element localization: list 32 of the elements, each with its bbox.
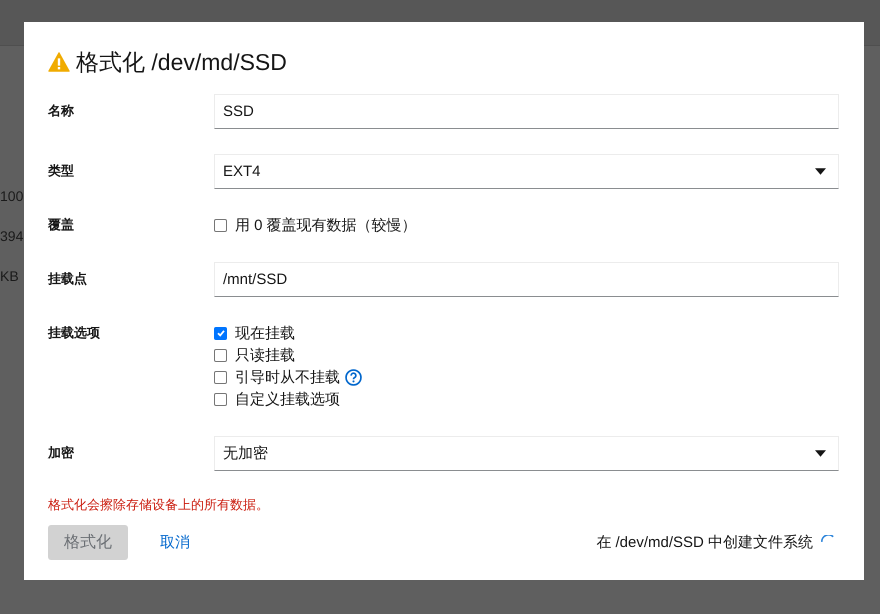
checkbox-label: 自定义挂载选项: [235, 390, 340, 408]
field-label: 加密: [48, 444, 75, 462]
field-label: 挂载选项: [48, 324, 101, 342]
text-field[interactable]: SSD: [214, 94, 839, 129]
checkbox-label: 只读挂载: [235, 346, 295, 364]
background-text: KB: [0, 267, 20, 286]
checkbox[interactable]: [214, 392, 227, 406]
field-label: 类型: [48, 162, 75, 180]
field-label: 名称: [48, 102, 75, 120]
checkbox-label: 引导时从不挂载: [235, 368, 340, 386]
checkbox-label: 用 0 覆盖现有数据（较慢）: [235, 216, 417, 234]
checkbox[interactable]: [214, 326, 227, 340]
background-text: 100: [0, 187, 24, 206]
text-field[interactable]: /mnt/SSD: [214, 262, 839, 297]
dropdown[interactable]: EXT4: [214, 154, 839, 189]
checkbox[interactable]: [214, 348, 227, 362]
background-text: 394: [0, 227, 24, 246]
help-icon[interactable]: [345, 368, 362, 386]
dropdown[interactable]: 无加密: [214, 436, 839, 471]
status-text: 在 /dev/md/SSD 中创建文件系统: [596, 533, 813, 552]
warning-icon: [48, 52, 70, 72]
dialog-title: 格式化 /dev/md/SSD: [76, 48, 287, 76]
caret-icon: [815, 450, 826, 457]
caret-icon: [815, 168, 826, 175]
field-label: 挂载点: [48, 270, 88, 288]
checkbox-label: 现在挂载: [235, 324, 295, 342]
field-label: 覆盖: [48, 216, 75, 234]
warning-text: 格式化会擦除存储设备上的所有数据。: [48, 496, 270, 514]
checkbox[interactable]: [214, 370, 227, 384]
spinner-icon: [821, 534, 834, 542]
cancel-link[interactable]: 取消: [160, 533, 190, 552]
checkbox[interactable]: [214, 218, 227, 232]
